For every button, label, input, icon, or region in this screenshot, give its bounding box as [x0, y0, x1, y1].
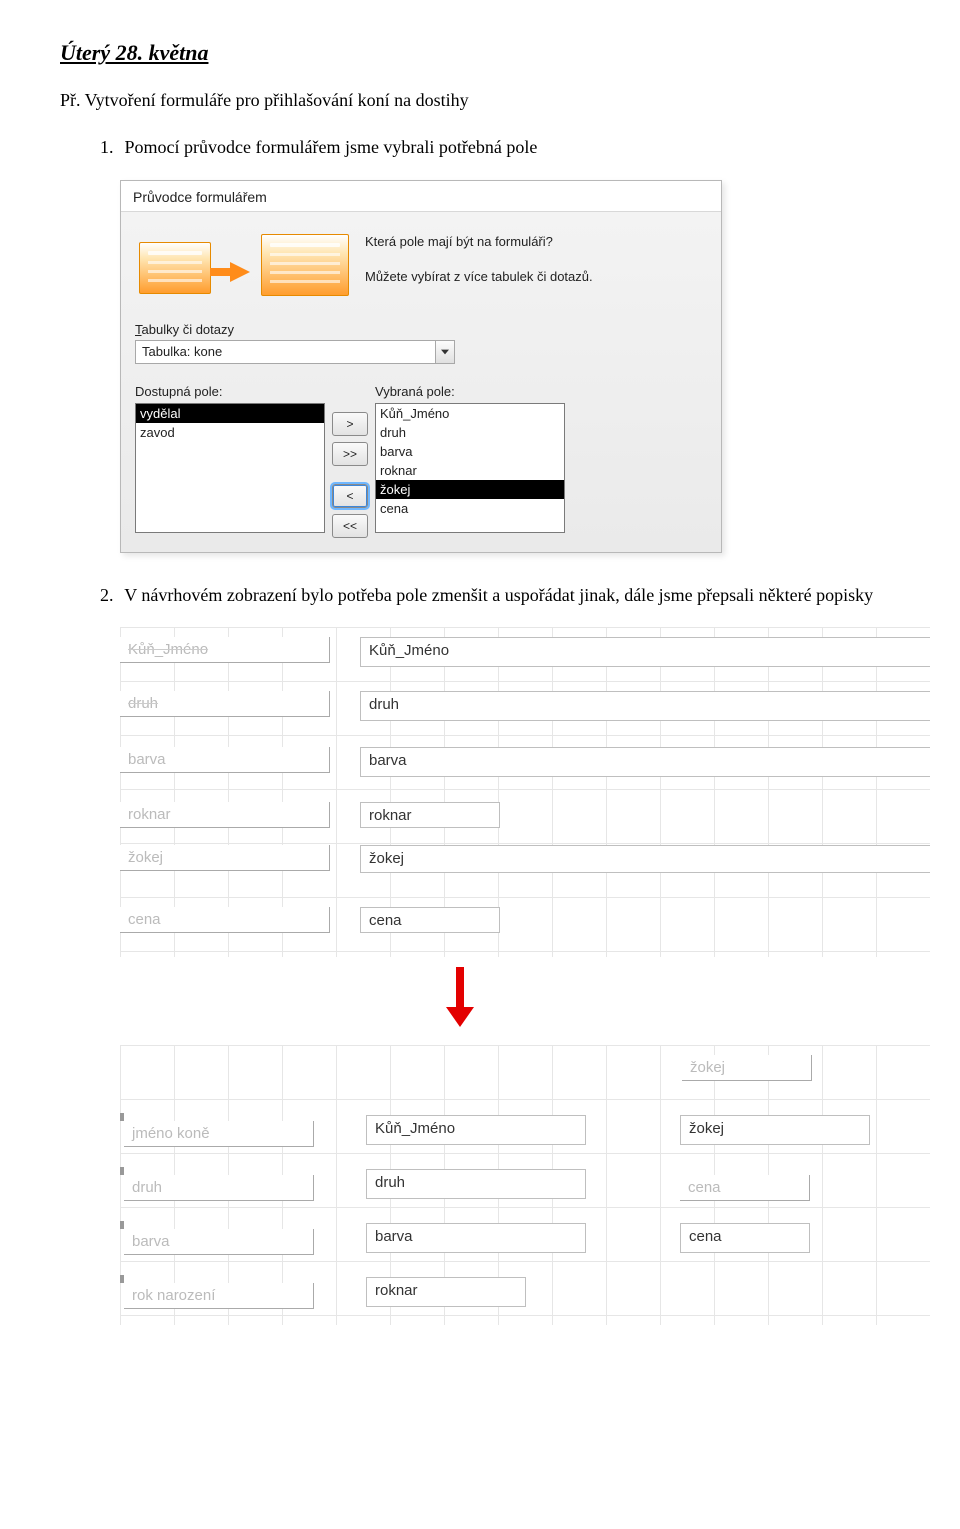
- field-label[interactable]: druh: [124, 1175, 314, 1201]
- field-label[interactable]: Kůň_Jméno: [120, 637, 330, 663]
- field-label[interactable]: cena: [120, 907, 330, 933]
- list-item[interactable]: žokej: [376, 480, 564, 499]
- tables-combo-value: Tabulka: kone: [136, 344, 435, 359]
- remove-all-fields-button[interactable]: <<: [332, 514, 368, 538]
- field-label[interactable]: rok narození: [124, 1283, 314, 1309]
- field-control[interactable]: žokej: [360, 845, 930, 873]
- step-1-number: 1.: [100, 133, 120, 162]
- tables-combo[interactable]: Tabulka: kone: [135, 340, 455, 364]
- field-control[interactable]: roknar: [366, 1277, 526, 1307]
- available-fields-list[interactable]: vydělal zavod: [135, 403, 325, 533]
- list-item[interactable]: zavod: [136, 423, 324, 442]
- field-control[interactable]: barva: [360, 747, 930, 777]
- field-control[interactable]: druh: [360, 691, 930, 721]
- field-label[interactable]: žokej: [682, 1055, 812, 1081]
- list-item[interactable]: Kůň_Jméno: [376, 404, 564, 423]
- list-item[interactable]: barva: [376, 442, 564, 461]
- form-design-after: žokej jméno koně Kůň_Jméno žokej druh dr…: [120, 1045, 930, 1325]
- tables-label: Tabulky či dotazy: [135, 322, 707, 337]
- wizard-hint: Můžete vybírat z více tabulek či dotazů.: [365, 269, 593, 284]
- step-2: 2. V návrhovém zobrazení bylo potřeba po…: [100, 581, 900, 610]
- list-item[interactable]: druh: [376, 423, 564, 442]
- field-label[interactable]: druh: [120, 691, 330, 717]
- add-all-fields-button[interactable]: >>: [332, 442, 368, 466]
- field-label[interactable]: barva: [124, 1229, 314, 1255]
- field-control[interactable]: cena: [680, 1223, 810, 1253]
- wizard-title: Průvodce formulářem: [121, 181, 721, 212]
- step-1: 1. Pomocí průvodce formulářem jsme vybra…: [100, 133, 900, 162]
- field-label[interactable]: roknar: [120, 802, 330, 828]
- form-wizard-dialog: Průvodce formulářem Která pole mají být …: [120, 180, 722, 553]
- arrow-down-icon: [440, 967, 480, 1037]
- add-field-button[interactable]: >: [332, 412, 368, 436]
- selected-fields-label: Vybraná pole:: [375, 384, 565, 399]
- field-control[interactable]: barva: [366, 1223, 586, 1253]
- step-1-text: Pomocí průvodce formulářem jsme vybrali …: [125, 137, 538, 157]
- remove-field-button[interactable]: <: [332, 484, 368, 508]
- field-control[interactable]: Kůň_Jméno: [366, 1115, 586, 1145]
- field-label[interactable]: barva: [120, 747, 330, 773]
- selected-fields-list[interactable]: Kůň_Jméno druh barva roknar žokej cena: [375, 403, 565, 533]
- wizard-illustration-icon: [135, 230, 355, 310]
- step-2-number: 2.: [100, 581, 120, 610]
- list-item[interactable]: cena: [376, 499, 564, 518]
- field-label[interactable]: cena: [680, 1175, 810, 1201]
- field-label[interactable]: žokej: [120, 845, 330, 871]
- field-control[interactable]: Kůň_Jméno: [360, 637, 930, 667]
- field-control[interactable]: druh: [366, 1169, 586, 1199]
- chevron-down-icon[interactable]: [435, 341, 454, 363]
- wizard-question: Která pole mají být na formuláři?: [365, 234, 593, 249]
- field-control[interactable]: žokej: [680, 1115, 870, 1145]
- list-item[interactable]: roknar: [376, 461, 564, 480]
- step-2-text: V návrhovém zobrazení bylo potřeba pole …: [124, 585, 873, 605]
- available-fields-label: Dostupná pole:: [135, 384, 325, 399]
- form-design-before: Kůň_Jméno Kůň_Jméno druh druh barva barv…: [120, 627, 930, 957]
- intro-paragraph: Př. Vytvoření formuláře pro přihlašování…: [60, 86, 900, 115]
- field-control[interactable]: cena: [360, 907, 500, 933]
- field-label[interactable]: jméno koně: [124, 1121, 314, 1147]
- list-item[interactable]: vydělal: [136, 404, 324, 423]
- page-title: Úterý 28. května: [60, 40, 900, 66]
- field-control[interactable]: roknar: [360, 802, 500, 828]
